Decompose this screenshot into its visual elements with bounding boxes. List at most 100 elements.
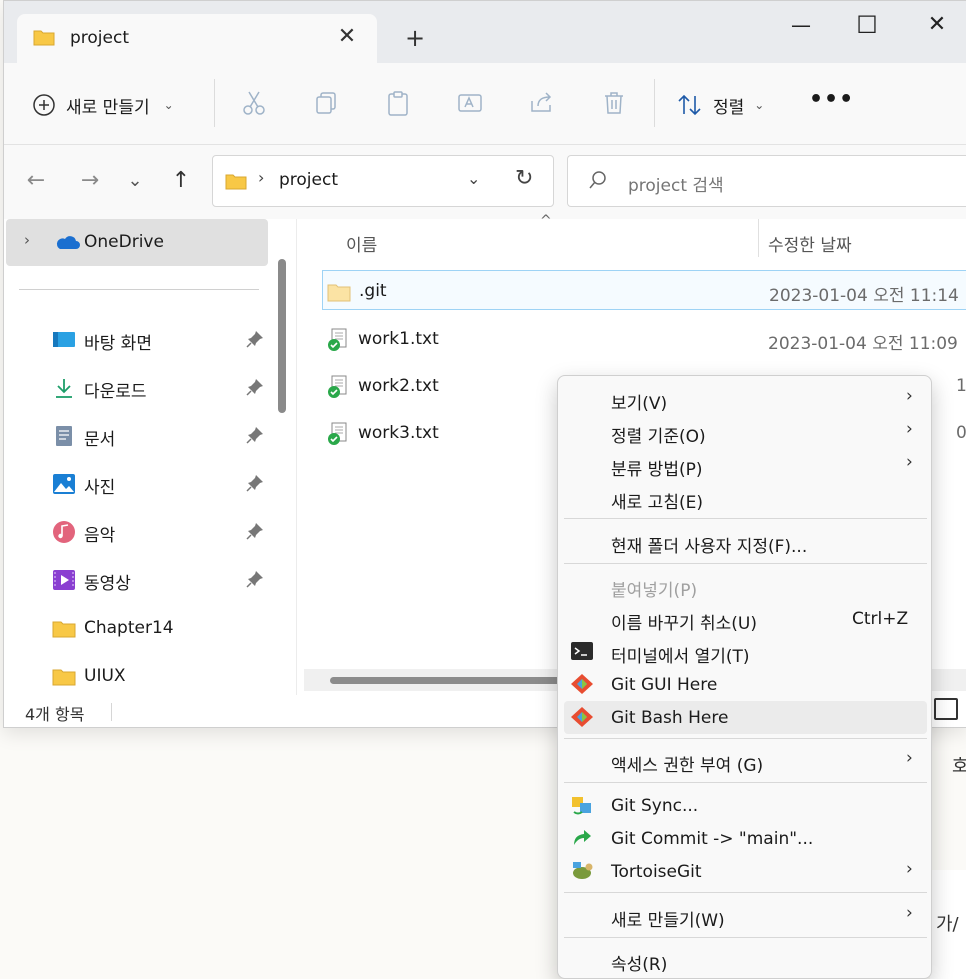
- menu-item-label: 액세스 권한 부여 (G): [611, 756, 764, 776]
- menu-item-give-access[interactable]: 액세스 권한 부여 (G) ›: [564, 744, 927, 777]
- column-header-date[interactable]: 수정한 날짜: [768, 231, 852, 256]
- pin-icon[interactable]: [246, 570, 264, 588]
- tab-project[interactable]: project ✕: [17, 14, 377, 63]
- sidebar-item-chapter14[interactable]: Chapter14: [52, 610, 272, 646]
- toolbar-divider: [214, 79, 215, 127]
- sidebar-item-label: Chapter14: [84, 618, 174, 638]
- file-row-work1[interactable]: work1.txt 2023-01-04 오전 11:09: [322, 319, 966, 359]
- pin-icon[interactable]: [246, 330, 264, 348]
- status-divider: [111, 703, 112, 721]
- menu-separator: [564, 518, 927, 519]
- menu-item-sort-by[interactable]: 정렬 기준(O) ›: [564, 415, 927, 448]
- sidebar-item-label: 문서: [84, 430, 116, 450]
- new-tab-button[interactable]: +: [400, 23, 430, 53]
- recent-locations-chevron-icon[interactable]: ⌄: [121, 167, 149, 195]
- sidebar-item-videos[interactable]: 동영상: [52, 561, 272, 597]
- menu-item-view[interactable]: 보기(V) ›: [564, 382, 927, 415]
- pin-icon[interactable]: [246, 474, 264, 492]
- menu-item-git-commit[interactable]: Git Commit -> "main"...: [564, 822, 927, 855]
- cut-icon[interactable]: [240, 89, 268, 117]
- navigation-pane: › OneDrive 바탕 화면 다운로드 문서 사진 음악 동영상 Chapt…: [4, 219, 297, 695]
- menu-item-open-terminal[interactable]: 터미널에서 열기(T): [564, 635, 927, 668]
- refresh-icon[interactable]: ↻: [515, 166, 533, 191]
- scrollbar-thumb[interactable]: [330, 677, 570, 684]
- sidebar-item-pictures[interactable]: 사진: [52, 465, 272, 501]
- file-name: .git: [359, 281, 387, 301]
- back-arrow-icon[interactable]: ←: [22, 167, 50, 195]
- submenu-chevron-icon: ›: [906, 903, 913, 923]
- column-resize-handle[interactable]: [758, 219, 759, 257]
- submenu-chevron-icon: ›: [906, 386, 913, 406]
- delete-icon[interactable]: [600, 89, 628, 117]
- menu-item-customize-folder[interactable]: 현재 폴더 사용자 지정(F)...: [564, 525, 927, 558]
- onedrive-cloud-icon: [56, 236, 80, 249]
- minimize-button[interactable]: —: [781, 9, 821, 41]
- close-window-button[interactable]: ✕: [917, 9, 957, 41]
- copy-icon[interactable]: [312, 89, 340, 117]
- menu-item-tortoisegit[interactable]: TortoiseGit ›: [564, 855, 927, 888]
- breadcrumb-project[interactable]: project: [279, 170, 338, 190]
- menu-item-git-gui-here[interactable]: Git GUI Here: [564, 668, 927, 701]
- title-bar: project ✕ + — ☐ ✕: [4, 1, 966, 63]
- pin-icon[interactable]: [246, 378, 264, 396]
- pane-divider[interactable]: [296, 219, 297, 695]
- sidebar-item-uiux[interactable]: UIUX: [52, 658, 272, 694]
- file-date: 14: [956, 376, 966, 396]
- search-placeholder: project 검색: [628, 176, 724, 196]
- paste-icon[interactable]: [384, 89, 412, 117]
- menu-item-git-sync[interactable]: Git Sync...: [564, 789, 927, 822]
- menu-item-new[interactable]: 새로 만들기(W) ›: [564, 899, 927, 932]
- menu-item-refresh[interactable]: 새로 고침(E): [564, 481, 927, 514]
- sidebar-item-downloads[interactable]: 다운로드: [52, 369, 272, 405]
- forward-arrow-icon[interactable]: →: [76, 167, 104, 195]
- sidebar-item-desktop[interactable]: 바탕 화면: [52, 321, 272, 357]
- menu-item-group-by[interactable]: 분류 방법(P) ›: [564, 448, 927, 481]
- sidebar-item-onedrive[interactable]: › OneDrive: [6, 219, 268, 266]
- sidebar-scrollbar[interactable]: [278, 259, 286, 413]
- text-file-git-clean-icon: [328, 422, 347, 445]
- sidebar-item-music[interactable]: 음악: [52, 513, 272, 549]
- file-name: work2.txt: [358, 376, 439, 396]
- menu-item-properties[interactable]: 속성(R): [564, 943, 927, 976]
- file-row-git[interactable]: .git 2023-01-04 오전 11:14: [322, 270, 966, 310]
- menu-item-label: 새로 고침(E): [611, 493, 703, 513]
- tab-close-button[interactable]: ✕: [335, 23, 359, 51]
- more-options-button[interactable]: •••: [809, 89, 853, 117]
- music-icon: [53, 521, 75, 543]
- menu-item-shortcut: Ctrl+Z: [852, 609, 909, 629]
- background-window-text: 가/: [936, 914, 959, 935]
- column-header-name[interactable]: 이름: [346, 231, 377, 256]
- pin-icon[interactable]: [246, 522, 264, 540]
- file-name: work1.txt: [358, 329, 439, 349]
- submenu-chevron-icon: ›: [906, 748, 913, 768]
- menu-item-undo-rename[interactable]: 이름 바꾸기 취소(U) Ctrl+Z: [564, 602, 927, 635]
- folder-icon: [225, 174, 247, 190]
- up-arrow-icon[interactable]: ↑: [167, 167, 195, 195]
- document-icon: [56, 426, 72, 446]
- details-view-icon[interactable]: [934, 698, 958, 720]
- search-box[interactable]: project 검색: [567, 155, 966, 207]
- menu-separator: [564, 738, 927, 739]
- address-dropdown-icon[interactable]: ⌄: [467, 169, 480, 188]
- maximize-button[interactable]: ☐: [847, 9, 887, 41]
- new-item-label: 새로 만들기: [66, 97, 150, 118]
- address-bar[interactable]: › project ⌄ ↻: [212, 155, 554, 207]
- menu-item-label: 터미널에서 열기(T): [611, 647, 750, 667]
- sidebar-item-label: 음악: [84, 526, 116, 546]
- menu-item-git-bash-here[interactable]: Git Bash Here: [564, 701, 927, 734]
- chevron-down-icon: ⌄: [754, 98, 765, 112]
- sidebar-item-label: 다운로드: [84, 382, 147, 402]
- text-file-git-clean-icon: [328, 375, 347, 398]
- video-icon: [53, 570, 75, 590]
- breadcrumb-chevron-icon[interactable]: ›: [258, 168, 264, 187]
- menu-item-label: 속성(R): [611, 955, 668, 975]
- git-sync-icon: [572, 797, 591, 815]
- sidebar-item-documents[interactable]: 문서: [52, 417, 272, 453]
- expand-chevron-icon[interactable]: ›: [24, 231, 30, 249]
- pin-icon[interactable]: [246, 426, 264, 444]
- share-icon[interactable]: [528, 89, 556, 117]
- sort-button[interactable]: 정렬 ⌄: [677, 87, 764, 123]
- menu-item-label: 새로 만들기(W): [611, 911, 725, 931]
- new-item-button[interactable]: 새로 만들기 ⌄: [32, 87, 174, 123]
- rename-icon[interactable]: [456, 89, 484, 117]
